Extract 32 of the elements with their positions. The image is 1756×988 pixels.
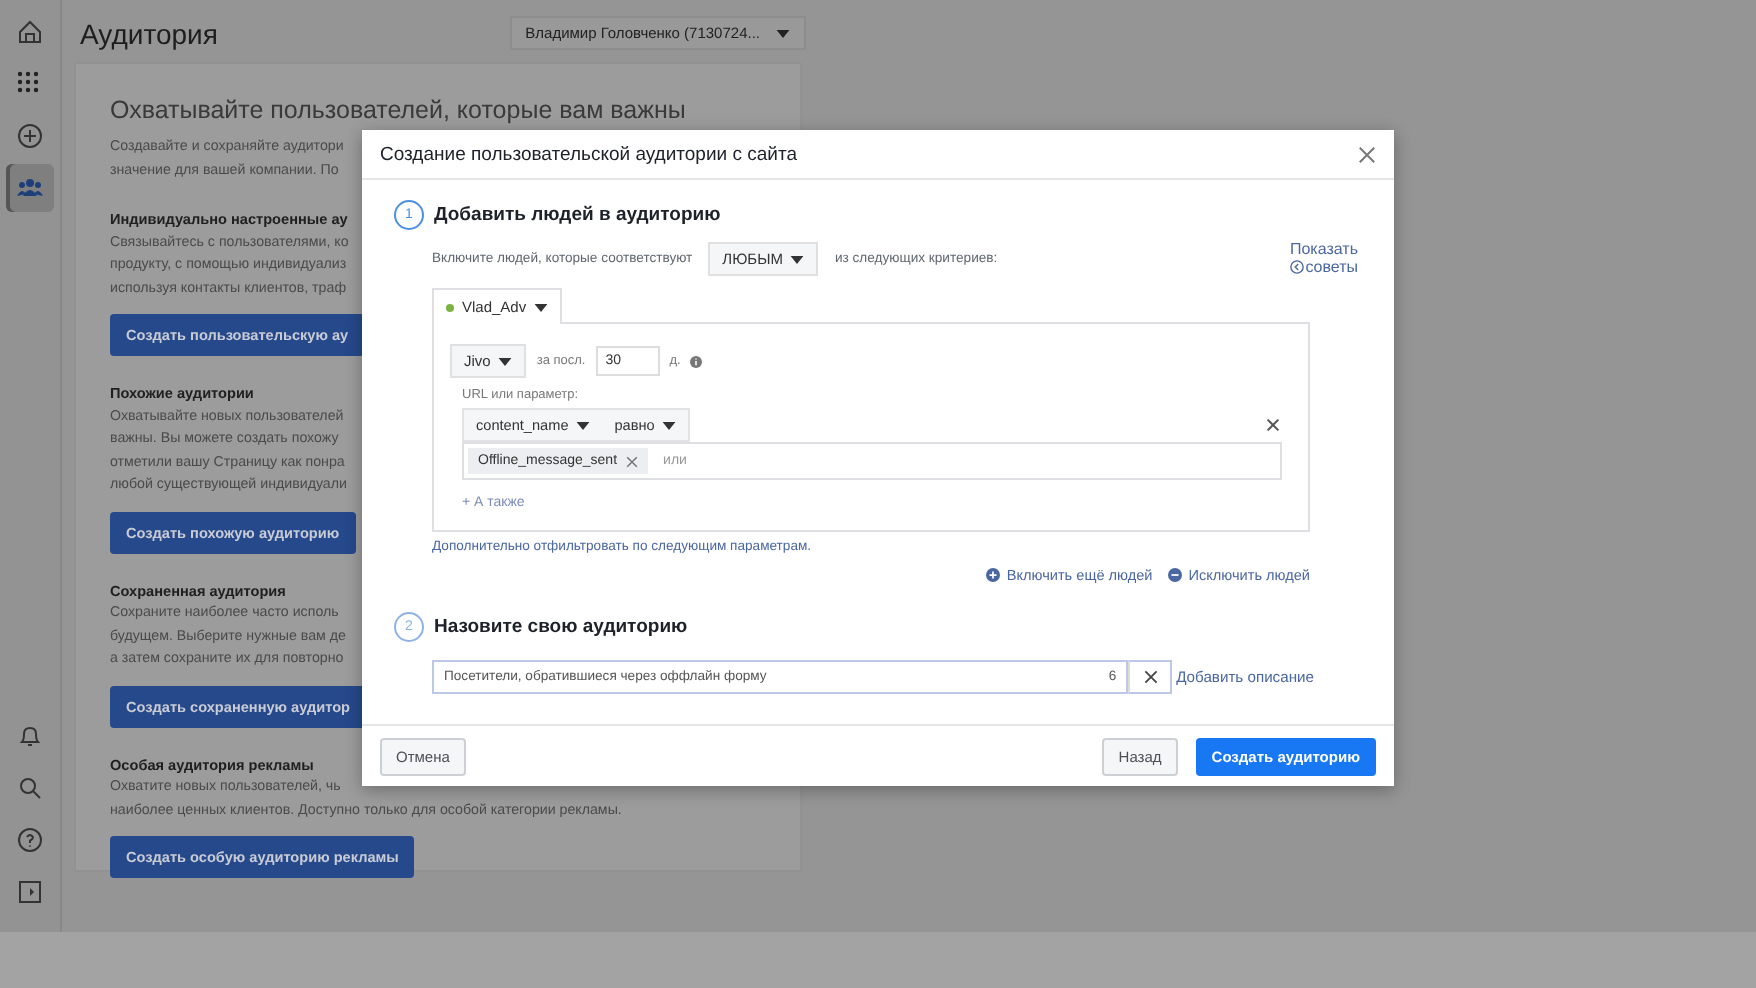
info-icon[interactable] [690,355,703,367]
panel-icon [16,878,44,906]
close-icon [1143,670,1158,684]
people-icon [16,174,44,202]
tips-link[interactable]: советы [1289,258,1358,276]
caret-icon [534,303,549,311]
plus-circle-icon [16,122,44,150]
card-heading: Охватывайте пользователей, которые вам важны [110,96,688,124]
home-icon [16,18,44,46]
caret-icon [776,29,790,37]
chevron-circle-icon [1289,260,1304,274]
help-icon [16,826,44,854]
sidebar-item[interactable] [6,164,54,212]
bell-icon [16,722,44,750]
caret-icon [662,421,677,429]
search-icon [16,774,44,802]
caret-icon [498,357,513,365]
clear-button[interactable] [1128,660,1173,694]
dialog-title: Создание пользовательской аудитории с сайта [380,143,797,165]
step-title: Назовите свою аудиторию [434,616,688,638]
caret-icon [790,255,805,263]
close-icon[interactable] [1264,416,1282,434]
grid-icon [16,70,44,98]
page-title: Аудитория [80,17,218,49]
close-icon[interactable] [1358,145,1376,163]
plus-circle-icon [986,568,1001,582]
minus-circle-icon [1168,568,1183,582]
step-title: Добавить людей в аудиторию [434,204,721,226]
status-dot-icon [446,303,454,311]
remove-icon[interactable] [625,455,638,467]
tips-link[interactable]: Показать [1289,240,1358,258]
caret-icon [576,421,591,429]
